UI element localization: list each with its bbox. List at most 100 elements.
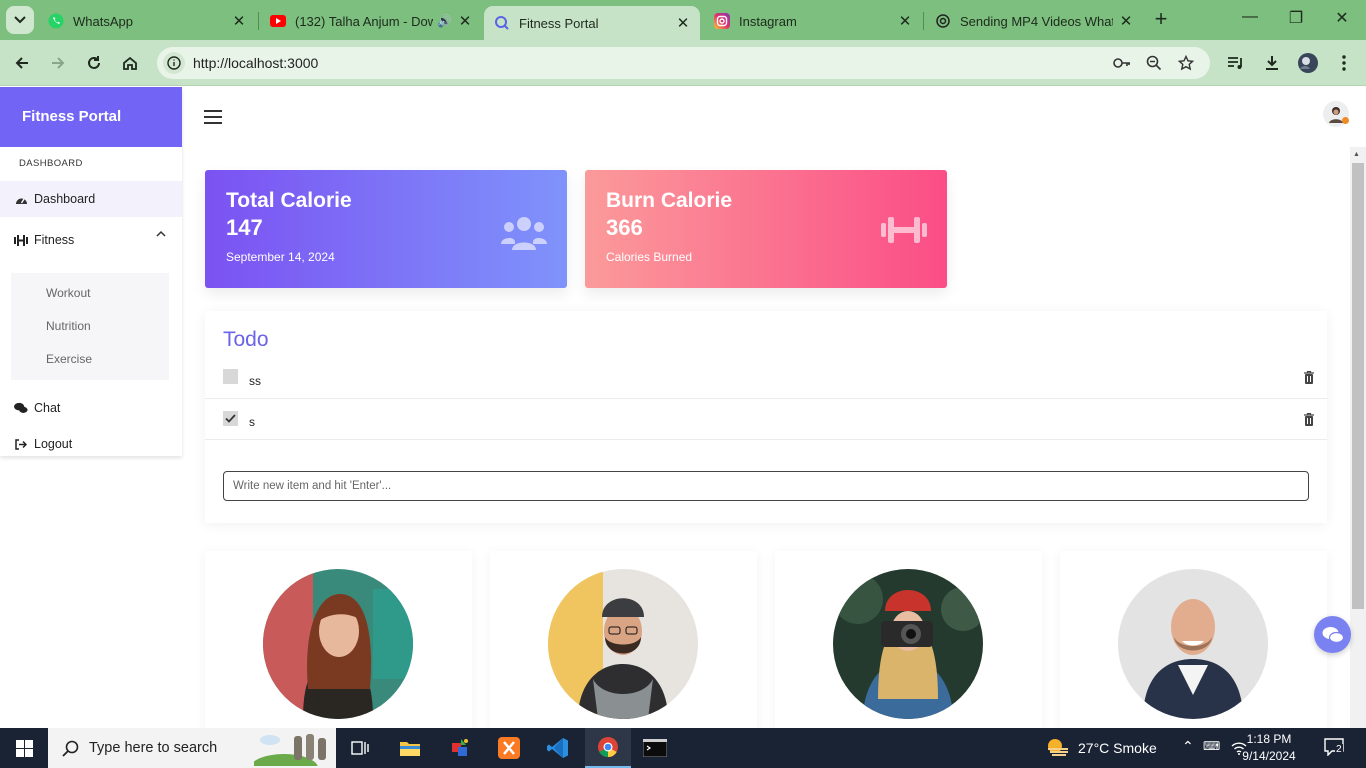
chat-launcher-button[interactable] bbox=[1314, 616, 1351, 653]
submenu-item-workout[interactable]: Workout bbox=[11, 277, 169, 310]
todo-item: s bbox=[205, 400, 1327, 440]
back-button[interactable] bbox=[10, 51, 34, 75]
close-tab-icon[interactable]: ✕ bbox=[232, 12, 246, 30]
tab-title: Instagram bbox=[739, 13, 797, 29]
task-view-icon bbox=[351, 741, 369, 755]
profile-card bbox=[775, 551, 1042, 728]
url-text[interactable]: http://localhost:3000 bbox=[193, 55, 318, 71]
vscode-icon bbox=[547, 738, 568, 758]
card-subtitle: Calories Burned bbox=[606, 250, 693, 264]
sidebar-item-fitness[interactable]: Fitness bbox=[0, 217, 182, 263]
profile-card bbox=[490, 551, 757, 728]
input-indicator-icon[interactable]: ⌨ bbox=[1203, 739, 1220, 753]
todo-item-text: s bbox=[249, 415, 255, 429]
sidebar-item-label: Logout bbox=[34, 437, 73, 451]
tab-youtube[interactable]: (132) Talha Anjum - Dow 🔊 ✕ bbox=[260, 6, 482, 36]
tab-title: Sending MP4 Videos Whats bbox=[960, 13, 1113, 29]
windows-logo-icon bbox=[15, 739, 33, 757]
profile-card bbox=[205, 551, 472, 728]
terminal-button[interactable] bbox=[632, 728, 678, 768]
youtube-icon bbox=[270, 13, 286, 29]
photographer-photo[interactable] bbox=[833, 569, 983, 719]
system-clock[interactable]: 1:18 PM 9/14/2024 bbox=[1222, 731, 1316, 765]
clock-date: 9/14/2024 bbox=[1242, 749, 1296, 763]
sidebar-item-logout[interactable]: Logout bbox=[0, 426, 182, 462]
taskbar-search[interactable]: Type here to search bbox=[48, 728, 336, 768]
reload-button[interactable] bbox=[82, 51, 106, 75]
sidebar-item-dashboard[interactable]: Dashboard bbox=[0, 181, 182, 217]
site-info-icon[interactable] bbox=[163, 52, 185, 74]
minimize-button[interactable]: — bbox=[1238, 8, 1262, 32]
new-tab-button[interactable]: + bbox=[1150, 8, 1172, 31]
trash-icon[interactable] bbox=[1304, 371, 1314, 384]
speaker-icon[interactable]: 🔊 bbox=[437, 14, 452, 28]
sidebar-item-chat[interactable]: Chat bbox=[0, 390, 182, 426]
xampp-button[interactable] bbox=[486, 728, 532, 768]
profile-avatar-icon bbox=[1298, 53, 1318, 73]
menu-toggle-button[interactable] bbox=[204, 110, 222, 124]
tab-whatsapp[interactable]: WhatsApp ✕ bbox=[38, 6, 256, 36]
reload-icon bbox=[88, 56, 100, 69]
bookmark-star-icon[interactable] bbox=[1176, 53, 1196, 73]
close-tab-icon[interactable]: ✕ bbox=[458, 12, 472, 30]
address-bar[interactable]: http://localhost:3000 bbox=[157, 47, 1210, 79]
gauge-icon bbox=[14, 193, 28, 205]
todo-title: Todo bbox=[223, 328, 269, 351]
password-key-icon[interactable] bbox=[1112, 53, 1132, 73]
downloads-button[interactable] bbox=[1260, 51, 1284, 75]
paint-app-button[interactable] bbox=[437, 728, 483, 768]
restore-button[interactable]: ❐ bbox=[1284, 8, 1308, 32]
notification-center-button[interactable]: 2 bbox=[1324, 738, 1344, 757]
brand-title[interactable]: Fitness Portal bbox=[0, 87, 182, 147]
zoom-icon[interactable] bbox=[1144, 53, 1164, 73]
paint-icon bbox=[452, 739, 468, 756]
chatgpt-icon bbox=[935, 13, 951, 29]
home-icon bbox=[123, 56, 137, 70]
tab-separator bbox=[258, 12, 259, 30]
vscode-button[interactable] bbox=[535, 728, 581, 768]
home-button[interactable] bbox=[118, 51, 142, 75]
new-todo-input[interactable] bbox=[223, 471, 1309, 501]
todo-checkbox-checked[interactable] bbox=[223, 411, 238, 426]
browser-menu-button[interactable] bbox=[1332, 51, 1356, 75]
tab-title: WhatsApp bbox=[73, 13, 133, 29]
file-explorer-button[interactable] bbox=[387, 728, 433, 768]
media-control-button[interactable] bbox=[1224, 51, 1248, 75]
forward-button[interactable] bbox=[46, 51, 70, 75]
tab-chatgpt[interactable]: Sending MP4 Videos Whats ✕ bbox=[925, 6, 1143, 36]
chat-bubbles-icon bbox=[1322, 626, 1344, 643]
show-hidden-icons-icon[interactable]: ⌃ bbox=[1182, 738, 1194, 755]
profile-card bbox=[1060, 551, 1327, 728]
submenu-item-exercise[interactable]: Exercise bbox=[11, 343, 169, 376]
chevron-up-icon[interactable] bbox=[156, 230, 166, 237]
chevron-down-icon bbox=[14, 16, 26, 24]
close-tab-icon[interactable]: ✕ bbox=[676, 14, 690, 32]
tab-fitness-portal[interactable]: Fitness Portal ✕ bbox=[484, 6, 700, 40]
todo-checkbox[interactable] bbox=[223, 369, 238, 384]
bald-man-photo[interactable] bbox=[1118, 569, 1268, 719]
task-view-button[interactable] bbox=[337, 728, 383, 768]
chrome-icon bbox=[598, 737, 618, 758]
sidebar-item-label: Fitness bbox=[34, 233, 75, 247]
tab-search-button[interactable] bbox=[6, 6, 34, 34]
scroll-up-arrow-icon[interactable]: ▲ bbox=[1353, 151, 1360, 158]
close-window-button[interactable]: ✕ bbox=[1330, 8, 1354, 32]
submenu-item-nutrition[interactable]: Nutrition bbox=[11, 310, 169, 343]
woman-photo[interactable] bbox=[263, 569, 413, 719]
scrollbar-thumb[interactable] bbox=[1352, 163, 1364, 609]
todo-panel: Todo ss s bbox=[205, 311, 1327, 523]
close-tab-icon[interactable]: ✕ bbox=[898, 12, 912, 30]
trash-icon[interactable] bbox=[1304, 413, 1314, 426]
tab-instagram[interactable]: Instagram ✕ bbox=[704, 6, 922, 36]
chrome-button[interactable] bbox=[585, 728, 631, 768]
dumbbell-icon bbox=[14, 234, 28, 246]
todo-item-text: ss bbox=[249, 374, 261, 388]
start-button[interactable] bbox=[0, 728, 48, 768]
notification-count: 2 bbox=[1335, 744, 1343, 755]
weather-text[interactable]: 27°C Smoke bbox=[1078, 740, 1157, 756]
card-title: Burn Calorie bbox=[606, 189, 733, 212]
bearded-man-photo[interactable] bbox=[548, 569, 698, 719]
page-viewport: Fitness Portal DASHBOARD Dashboard Fitne… bbox=[0, 87, 1366, 728]
close-tab-icon[interactable]: ✕ bbox=[1119, 12, 1133, 30]
profile-avatar-button[interactable] bbox=[1296, 51, 1320, 75]
